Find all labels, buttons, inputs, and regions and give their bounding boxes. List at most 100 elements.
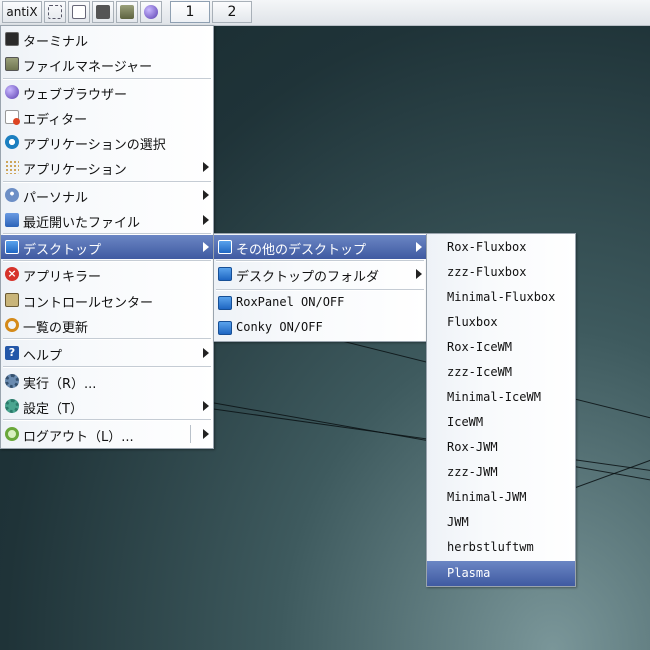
wm-item[interactable]: JWM bbox=[427, 510, 575, 535]
wm-item[interactable]: Rox-Fluxbox bbox=[427, 235, 575, 260]
workspace-2-button[interactable]: 2 bbox=[212, 1, 252, 23]
settings-icon bbox=[5, 399, 19, 413]
menu-item-other-desktops[interactable]: その他のデスクトップ bbox=[214, 235, 426, 259]
menu-item-recent-files[interactable]: 最近開いたファイル bbox=[1, 208, 213, 232]
search-icon bbox=[5, 135, 19, 149]
menu-item-applications[interactable]: アプリケーション bbox=[1, 155, 213, 179]
file-manager-icon[interactable] bbox=[68, 1, 90, 23]
menu-item-label: RoxPanel ON/OFF bbox=[236, 295, 345, 309]
wm-item-label: Minimal-JWM bbox=[447, 490, 527, 504]
web-browser-icon[interactable] bbox=[140, 1, 162, 23]
apps-grid-icon bbox=[5, 160, 19, 174]
submenu-arrow-icon bbox=[203, 215, 209, 225]
menu-item-desktop[interactable]: デスクトップ bbox=[1, 235, 213, 259]
submenu-arrow-icon bbox=[416, 269, 422, 279]
menu-item-terminal[interactable]: ターミナル bbox=[1, 27, 213, 51]
workspace-1-button[interactable]: 1 bbox=[170, 1, 210, 23]
menu-item-label: 最近開いたファイル bbox=[23, 216, 141, 231]
menu-item-label: ウェブブラウザー bbox=[23, 88, 128, 103]
main-menu: ターミナル ファイルマネージャー ウェブブラウザー エディター アプリケーション… bbox=[0, 25, 214, 449]
wm-item[interactable]: Rox-JWM bbox=[427, 435, 575, 460]
wm-item[interactable]: IceWM bbox=[427, 410, 575, 435]
menu-item-label: アプリキラー bbox=[23, 270, 102, 285]
menu-item-label: アプリケーション bbox=[23, 163, 127, 178]
desktop-icon bbox=[218, 240, 232, 254]
submenu-arrow-icon bbox=[203, 401, 209, 411]
wm-item-selected[interactable]: Plasma bbox=[427, 561, 575, 586]
help-icon: ? bbox=[5, 346, 19, 360]
wm-item[interactable]: zzz-IceWM bbox=[427, 360, 575, 385]
wm-item-label: zzz-IceWM bbox=[447, 365, 513, 379]
menu-item-logout[interactable]: ログアウト（L）... bbox=[1, 422, 213, 446]
menu-item-run[interactable]: 実行（R）... bbox=[1, 369, 213, 393]
logout-icon bbox=[5, 427, 19, 441]
menu-item-label: 設定（T） bbox=[23, 402, 83, 417]
submenu-arrow-icon bbox=[203, 190, 209, 200]
menu-item-label: エディター bbox=[23, 113, 88, 128]
menu-separator bbox=[3, 366, 211, 368]
menu-item-help[interactable]: ? ヘルプ bbox=[1, 341, 213, 365]
menu-separator bbox=[3, 338, 211, 340]
menu-item-label: 一覧の更新 bbox=[23, 321, 89, 336]
menu-item-desktop-folder[interactable]: デスクトップのフォルダ bbox=[214, 262, 426, 286]
menu-item-roxpanel-toggle[interactable]: RoxPanel ON/OFF bbox=[214, 291, 426, 315]
wm-item[interactable]: Minimal-JWM bbox=[427, 485, 575, 510]
start-menu-button[interactable]: antiX bbox=[2, 1, 42, 23]
run-icon bbox=[5, 374, 19, 388]
menu-item-label: その他のデスクトップ bbox=[236, 243, 367, 258]
fullscreen-icon[interactable] bbox=[44, 1, 66, 23]
desktop-icon bbox=[218, 267, 232, 281]
submenu-arrow-icon bbox=[203, 348, 209, 358]
web-browser-icon bbox=[5, 85, 19, 99]
menu-item-label: デスクトップのフォルダ bbox=[236, 270, 380, 285]
wm-item-label: Minimal-Fluxbox bbox=[447, 290, 556, 304]
menu-item-label: ターミナル bbox=[23, 35, 89, 50]
terminal-icon bbox=[5, 32, 19, 46]
wm-item[interactable]: zzz-JWM bbox=[427, 460, 575, 485]
wm-item[interactable]: Rox-IceWM bbox=[427, 335, 575, 360]
wm-item-label: Minimal-IceWM bbox=[447, 390, 541, 404]
menu-item-personal[interactable]: パーソナル bbox=[1, 183, 213, 207]
menu-item-label: ヘルプ bbox=[23, 349, 63, 364]
terminal-icon[interactable] bbox=[92, 1, 114, 23]
wm-item-label: zzz-Fluxbox bbox=[447, 265, 527, 279]
wm-item[interactable]: Minimal-Fluxbox bbox=[427, 285, 575, 310]
person-icon bbox=[5, 188, 19, 202]
wm-item-label: zzz-JWM bbox=[447, 465, 498, 479]
menu-item-editor[interactable]: エディター bbox=[1, 105, 213, 129]
wm-item[interactable]: Minimal-IceWM bbox=[427, 385, 575, 410]
wm-item-label: Fluxbox bbox=[447, 315, 498, 329]
menu-item-control-center[interactable]: コントロールセンター bbox=[1, 288, 213, 312]
menu-item-app-select[interactable]: アプリケーションの選択 bbox=[1, 130, 213, 154]
other-desktops-submenu: Rox-Fluxbox zzz-Fluxbox Minimal-Fluxbox … bbox=[426, 233, 576, 587]
wm-item[interactable]: Fluxbox bbox=[427, 310, 575, 335]
menu-item-label: パーソナル bbox=[23, 191, 89, 206]
menu-separator bbox=[3, 419, 211, 421]
wm-item-label: herbstluftwm bbox=[447, 540, 534, 554]
menu-item-file-manager[interactable]: ファイルマネージャー bbox=[1, 52, 213, 76]
split-divider bbox=[190, 425, 191, 443]
menu-item-app-killer[interactable]: × アプリキラー bbox=[1, 262, 213, 286]
menu-item-label: Conky ON/OFF bbox=[236, 320, 323, 334]
refresh-icon bbox=[5, 318, 19, 332]
desktop-icon bbox=[5, 240, 19, 254]
wm-item[interactable]: herbstluftwm bbox=[427, 535, 575, 560]
editor-icon[interactable] bbox=[116, 1, 138, 23]
menu-item-refresh-list[interactable]: 一覧の更新 bbox=[1, 313, 213, 337]
menu-item-conky-toggle[interactable]: Conky ON/OFF bbox=[214, 316, 426, 340]
editor-icon bbox=[5, 110, 20, 125]
submenu-arrow-icon bbox=[203, 429, 209, 439]
menu-item-label: デスクトップ bbox=[23, 243, 102, 258]
desktop-submenu: その他のデスクトップ デスクトップのフォルダ RoxPanel ON/OFF C… bbox=[213, 233, 427, 342]
taskbar: antiX 1 2 bbox=[0, 0, 650, 26]
file-manager-icon bbox=[5, 57, 19, 71]
menu-item-label: ログアウト（L）... bbox=[23, 430, 134, 445]
menu-item-settings[interactable]: 設定（T） bbox=[1, 394, 213, 418]
menu-item-web-browser[interactable]: ウェブブラウザー bbox=[1, 80, 213, 104]
menu-item-label: コントロールセンター bbox=[23, 296, 154, 311]
desktop-icon bbox=[218, 321, 232, 335]
wm-item[interactable]: zzz-Fluxbox bbox=[427, 260, 575, 285]
recent-files-icon bbox=[5, 213, 19, 227]
control-center-icon bbox=[5, 293, 19, 307]
wm-item-label: IceWM bbox=[447, 415, 484, 429]
